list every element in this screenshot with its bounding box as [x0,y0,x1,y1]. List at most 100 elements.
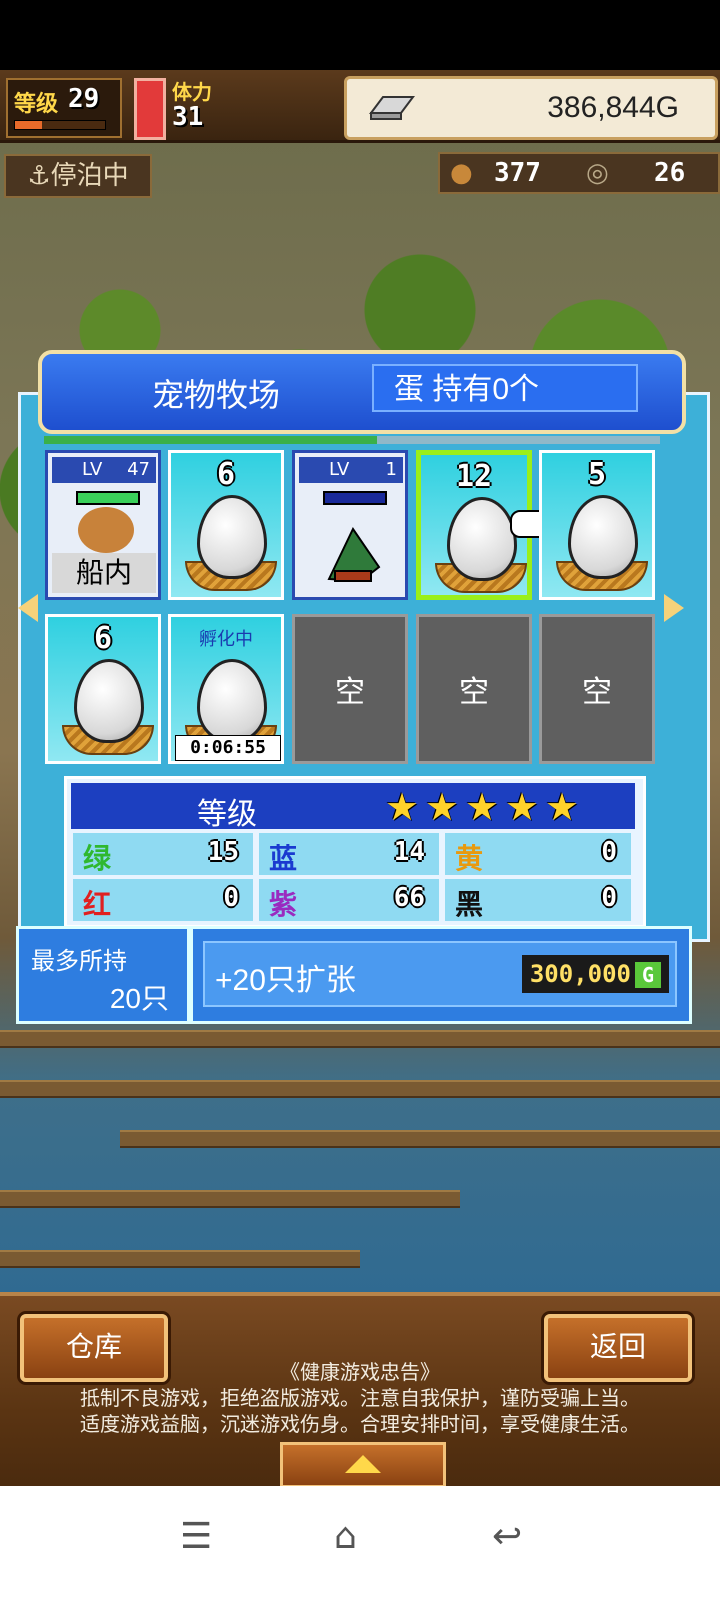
back-icon[interactable]: ↩ [492,1516,522,1557]
stat-name: 紫 [269,889,298,920]
menu-icon[interactable]: ☰ [180,1516,212,1557]
stat-name: 红 [83,889,112,920]
grade-label: 等级 [197,798,257,831]
system-nav-bar: ☰ ⌂ ↩ [0,1486,720,1600]
egg-count-label: 12 [455,459,493,494]
price-value: 300,000 [529,960,631,988]
grade-header: 等级 ★ ★ ★ ★ ★ [71,783,635,831]
dock-plank [0,1030,720,1048]
egg-count-label: 6 [93,621,113,656]
stat-name: 蓝 [269,843,298,874]
pet-sprite-icon [78,507,134,553]
empty-label: 空 [582,676,612,709]
stat-value: 0 [223,883,239,913]
stat-cell: 红0 [73,879,253,921]
expand-menu-button[interactable] [280,1442,446,1488]
expand-label: +20只扩张 [215,964,356,997]
stat-value: 0 [601,883,617,913]
egg-count-label: 5 [587,457,607,492]
empty-slot[interactable]: 空 [292,614,408,764]
panel-title-bar: 宠物牧场 蛋 持有0个 [38,350,686,434]
resource-1: 377 [494,158,541,188]
egg-slot[interactable]: 6 [45,614,161,764]
star-icon: ★ [545,785,580,829]
next-page-arrow[interactable] [664,594,684,622]
stat-value: 66 [393,883,425,913]
empty-slot[interactable]: 空 [539,614,655,764]
pet-slot[interactable]: LV 1 [292,450,408,600]
expand-capacity-button[interactable]: +20只扩张 300,000 G [190,926,692,1024]
money-box: 386,844G [344,76,718,140]
expand-inner: +20只扩张 300,000 G [203,941,677,1007]
health-notice: 《健康游戏忠告》 抵制不良游戏，拒绝盗版游戏。注意自我保护，谨防受骗上当。 适度… [0,1360,720,1438]
stat-cell: 黄0 [445,833,631,875]
egg-slot[interactable]: 6 [168,450,284,600]
stamina-label: 体力 [172,80,212,104]
silver-bar-icon [369,96,415,120]
exp-bar [14,120,106,130]
exp-fill [15,121,42,129]
egg-icon [74,659,144,743]
gold-g-icon: G [635,962,661,988]
stat-name: 绿 [83,843,112,874]
empty-label: 空 [335,676,365,709]
stat-name: 黄 [455,843,484,874]
hatching-label: 孵化中 [199,629,253,650]
capacity-label: 最多所持 [31,948,127,975]
bottom-bar: 仓库 返回 《健康游戏忠告》 抵制不良游戏，拒绝盗版游戏。注意自我保护，谨防受骗… [0,1292,720,1490]
coin-icon: ◎ [586,158,609,188]
level-label: 等级 [14,92,59,117]
dock-status: ⚓停泊中 [4,154,152,198]
progress-fill [44,436,377,444]
level-value: 29 [68,84,100,114]
anchor-icon: ⚓ [27,161,51,191]
star-icon: ★ [425,785,460,829]
star-icon: ★ [505,785,540,829]
star-icon: ★ [465,785,500,829]
stat-cell: 黑0 [445,879,631,921]
stat-cell: 紫 66 [259,879,439,921]
panel-title: 宠物牧场 [152,377,281,413]
food-icon: ● [450,158,473,188]
stat-value: 0 [601,837,617,867]
empty-slot[interactable]: 空 [416,614,532,764]
home-icon[interactable]: ⌂ [334,1516,357,1557]
stamina-value: 31 [172,102,204,132]
egg-count-label: 6 [216,457,236,492]
dock-status-label: 停泊中 [50,161,129,191]
empty-label: 空 [459,676,489,709]
pet-location: 船内 [52,553,156,593]
max-capacity-box: 最多所持 20只 [16,926,190,1024]
hatching-slot[interactable]: 孵化中 0:06:55 [168,614,284,764]
pet-level-bar: LV 47 [52,457,156,483]
progress-bar [44,436,660,444]
stat-cell: 绿 15 [73,833,253,875]
stamina-gauge [134,78,166,140]
hp-bar [323,491,387,505]
prev-page-arrow[interactable] [18,594,38,622]
stat-value: 15 [207,837,239,867]
egg-icon [197,495,267,579]
dock-plank [0,1190,460,1208]
lv-label: LV [82,459,103,480]
hatch-timer: 0:06:55 [175,735,281,761]
pet-slot[interactable]: LV 47 船内 [45,450,161,600]
egg-slot[interactable]: 5 [539,450,655,600]
grade-table: 等级 ★ ★ ★ ★ ★ 绿 15 蓝 14 黄0 红0 紫 66 黑0 [64,776,646,928]
hp-bar [76,491,140,505]
up-arrow-icon [345,1455,381,1473]
stat-value: 14 [393,837,425,867]
notice-line: 抵制不良游戏，拒绝盗版游戏。注意自我保护，谨防受骗上当。 [80,1388,640,1410]
pet-level: 47 [127,459,150,480]
egg-count: 蛋 持有0个 [372,364,638,412]
star-icon: ★ [385,785,420,829]
dock-plank [0,1250,360,1268]
top-hud: 等级 29 体力 31 386,844G [0,70,720,143]
egg-icon [197,659,267,743]
dock-plank [0,1080,720,1098]
resource-bar: ● 377 ◎ 26 [438,152,720,194]
stat-name: 黑 [455,889,484,920]
resource-2: 26 [654,158,686,188]
dock-plank [120,1130,720,1148]
money-value: 386,844G [547,91,679,124]
